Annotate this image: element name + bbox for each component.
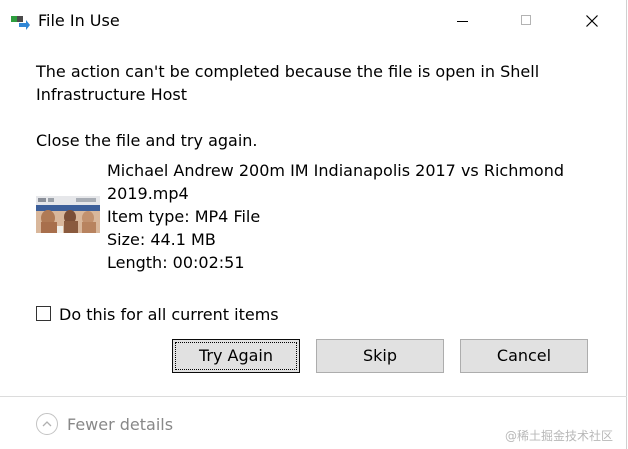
- file-type: Item type: MP4 File: [107, 207, 261, 226]
- file-transfer-icon: [11, 13, 31, 31]
- video-thumbnail: [36, 196, 100, 233]
- cancel-button[interactable]: Cancel: [460, 339, 588, 373]
- minimize-icon: [457, 21, 468, 22]
- watermark: @稀土掘金技术社区: [505, 429, 614, 443]
- maximize-button[interactable]: [496, 0, 556, 42]
- fewer-details-link[interactable]: Fewer details: [67, 413, 173, 436]
- maximize-icon: [521, 15, 531, 25]
- do-for-all-label[interactable]: Do this for all current items: [59, 303, 279, 326]
- try-again-button[interactable]: Try Again: [172, 339, 300, 373]
- skip-button[interactable]: Skip: [316, 339, 444, 373]
- footer-divider: [0, 396, 627, 397]
- close-button[interactable]: [562, 0, 622, 42]
- chevron-up-icon[interactable]: [36, 413, 58, 435]
- file-length: Length: 00:02:51: [107, 253, 245, 272]
- title-bar[interactable]: File In Use: [0, 0, 627, 42]
- minimize-button[interactable]: [432, 0, 492, 42]
- message-line-2: Infrastructure Host: [36, 85, 187, 104]
- file-name-line-2: 2019.mp4: [107, 184, 189, 203]
- file-size: Size: 44.1 MB: [107, 230, 216, 249]
- message-line-1: The action can't be completed because th…: [36, 62, 540, 81]
- do-for-all-checkbox[interactable]: [36, 306, 51, 321]
- window-title: File In Use: [38, 11, 120, 30]
- file-name-line-1: Michael Andrew 200m IM Indianapolis 2017…: [107, 161, 565, 180]
- instruction-text: Close the file and try again.: [36, 131, 258, 150]
- file-in-use-dialog: File In Use The action can't be complete…: [0, 0, 627, 449]
- close-icon: [586, 15, 598, 27]
